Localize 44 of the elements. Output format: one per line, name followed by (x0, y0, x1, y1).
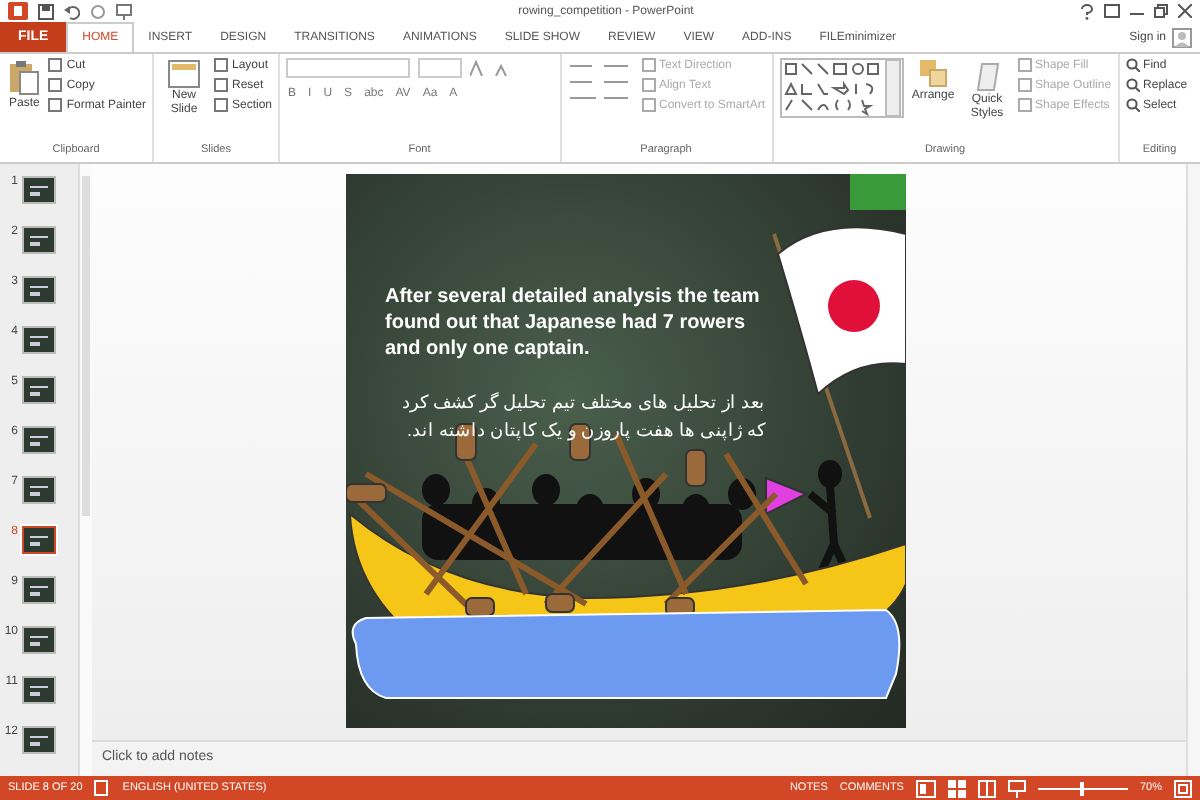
shrink-font-icon[interactable] (494, 60, 511, 76)
slide-thumbnail[interactable] (22, 276, 56, 304)
ribbon-options-icon[interactable] (1104, 4, 1120, 18)
slide-thumbnail[interactable] (22, 576, 56, 604)
fit-to-window-icon[interactable] (1174, 779, 1192, 797)
slide-thumbnail[interactable] (22, 626, 56, 654)
user-avatar-icon[interactable] (1172, 27, 1192, 47)
redo-icon[interactable] (90, 3, 106, 19)
search-icon (1125, 78, 1140, 92)
restore-icon[interactable] (1154, 4, 1168, 18)
clipboard-icon (8, 60, 41, 96)
slide-layout-icon (168, 60, 200, 88)
slide-thumbnail[interactable] (22, 226, 56, 254)
close-icon[interactable] (1178, 4, 1192, 18)
slide-thumbnail[interactable] (22, 176, 56, 204)
slide-thumbnail[interactable] (22, 676, 56, 704)
thumbnail-scrollbar[interactable] (78, 164, 92, 776)
save-icon[interactable] (38, 3, 54, 19)
reading-view-icon[interactable] (977, 779, 996, 797)
search-icon (1125, 58, 1140, 72)
slide-thumbnail[interactable] (22, 526, 56, 554)
slide-thumbnail[interactable] (22, 476, 56, 504)
font-name-field[interactable] (286, 58, 411, 78)
slide-persian-text: بعد از تحلیل های مختلف تیم تحلیل گر کشف کرد که ژاپنی ها هفت پاروزن و یک کاپتان داشته اند. (399, 390, 765, 445)
slide-thumbnail[interactable] (22, 426, 56, 454)
quick-styles-icon (973, 60, 1002, 92)
arrange-icon (919, 60, 948, 88)
search-icon (1125, 98, 1140, 112)
help-icon[interactable] (1080, 3, 1094, 19)
font-size-field[interactable] (418, 58, 463, 78)
slideshow-view-icon[interactable] (1007, 779, 1026, 797)
spelling-icon[interactable] (94, 780, 111, 796)
corner-banner (849, 174, 905, 210)
slide-english-text: After several detailed analysis the team found out that Japanese had 7 rowers and only one captain. (385, 284, 762, 362)
normal-view-icon[interactable] (915, 779, 936, 797)
slide-thumbnail[interactable] (22, 376, 56, 404)
undo-icon[interactable] (64, 3, 80, 19)
slide-thumbnail[interactable] (22, 326, 56, 354)
slide-thumbnail[interactable] (22, 726, 56, 754)
shapes-gallery[interactable] (779, 58, 904, 118)
slide-sorter-icon[interactable] (947, 779, 966, 797)
zoom-slider[interactable] (1080, 781, 1085, 795)
slideshow-icon[interactable] (116, 3, 132, 19)
grow-font-icon[interactable] (470, 60, 487, 76)
